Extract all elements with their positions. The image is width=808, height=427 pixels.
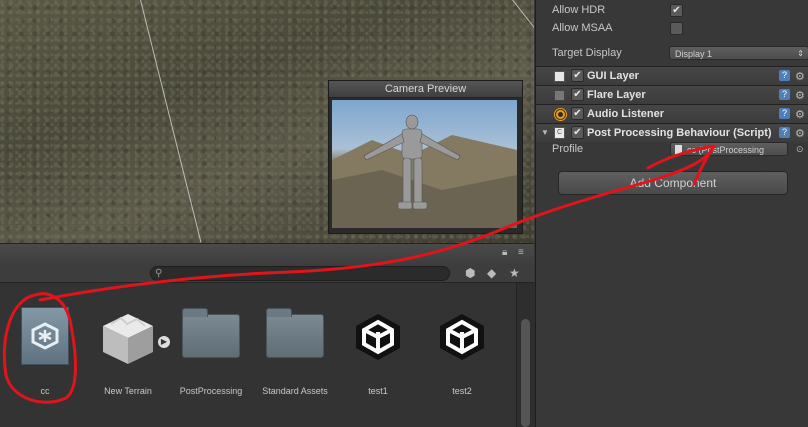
flare-layer-icon [554,90,565,101]
script-icon: C [554,127,565,139]
terrain-cube-icon [103,313,153,364]
add-component-button[interactable]: Add Component [558,171,788,195]
asset-thumbnail: ▶ [88,303,170,368]
project-tab-bar: 🔒︎ ≡ [0,243,534,265]
profile-value: cc (PostProcessing [687,145,765,155]
profile-object-field[interactable]: cc (PostProcessing [670,142,788,156]
object-picker-icon[interactable]: ⊙ [796,141,804,157]
asset-cc[interactable]: cc [5,303,85,396]
gui-layer-enabled-checkbox[interactable]: ✔ [571,69,584,82]
asset-label: cc [40,386,50,396]
assets-scrollbar[interactable] [516,283,535,427]
unity-scene-icon [356,313,400,360]
flare-layer-enabled-checkbox[interactable]: ✔ [571,88,584,101]
scene-grid-line [140,0,202,243]
gear-icon[interactable]: ⚙ [795,87,805,105]
asset-label: New Terrain [104,386,152,396]
asset-standard-assets-folder[interactable]: Standard Assets [255,303,335,396]
help-icon[interactable]: ? [779,108,790,119]
allow-hdr-checkbox[interactable]: ✔ [670,4,683,17]
project-toolbar: ⚲ ⬢ ◆ ★ [0,264,534,283]
filter-label-icon[interactable]: ◆ [487,266,496,280]
favorites-star-icon[interactable]: ★ [509,266,520,280]
asset-postprocessing-folder[interactable]: PostProcessing [171,303,251,396]
allow-msaa-checkbox[interactable] [670,22,683,35]
asset-label: test1 [368,386,388,396]
component-title: GUI Layer [587,70,639,82]
component-flare-layer[interactable]: ✔ Flare Layer ? ⚙ [536,85,808,104]
asset-test2-scene[interactable]: test2 [422,303,502,396]
asset-thumbnail [171,303,251,368]
asset-label: PostProcessing [179,386,243,396]
component-gui-layer[interactable]: ✔ GUI Layer ? ⚙ [536,66,808,85]
audio-listener-enabled-checkbox[interactable]: ✔ [571,107,584,120]
component-post-processing-behaviour[interactable]: ▼ C ✔ Post Processing Behaviour (Script)… [536,123,808,142]
lock-icon[interactable]: 🔒︎ [502,247,507,258]
allow-hdr-label: Allow HDR [552,4,606,16]
component-title: Audio Listener [587,108,665,120]
scene-view[interactable]: Camera Preview [0,0,534,243]
camera-preview-title: Camera Preview [329,81,522,98]
chevron-updown-icon: ⇕ [797,49,804,58]
help-icon[interactable]: ? [779,70,790,81]
unity-scene-icon [440,313,484,360]
help-icon[interactable]: ? [779,89,790,100]
assets-scrollbar-thumb[interactable] [521,319,530,427]
project-assets-grid: cc ▶ New Terrain PostProcessing Standard… [0,283,516,427]
asset-label: Standard Assets [262,386,328,396]
scene-grid-line [512,0,534,64]
asset-file-icon [675,145,682,154]
asset-thumbnail [422,303,502,368]
target-display-label: Target Display [552,47,622,59]
play-preview-icon[interactable]: ▶ [158,336,170,348]
audio-listener-icon [554,108,567,121]
folder-icon [266,307,324,358]
asset-thumbnail [5,303,85,368]
folder-icon [182,307,240,358]
inspector-panel: Allow HDR ✔ Allow MSAA Target Display Di… [535,0,808,427]
asset-thumbnail [338,303,418,368]
asset-label: test2 [452,386,472,396]
allow-msaa-label: Allow MSAA [552,22,613,34]
help-icon[interactable]: ? [779,127,790,138]
component-audio-listener[interactable]: ✔ Audio Listener ? ⚙ [536,104,808,123]
foldout-arrow-icon[interactable]: ▼ [541,124,549,142]
panel-menu-icon[interactable]: ≡ [518,247,524,258]
component-title: Post Processing Behaviour (Script) [587,127,772,139]
post-processing-enabled-checkbox[interactable]: ✔ [571,126,584,139]
allow-hdr-row: Allow HDR ✔ [552,2,802,18]
asset-test1-scene[interactable]: test1 [338,303,418,396]
gear-icon[interactable]: ⚙ [795,68,805,86]
camera-preview-image [332,100,517,228]
target-display-row: Target Display Display 1 ⇕ [552,45,808,61]
component-title: Flare Layer [587,89,646,101]
gui-layer-icon [554,71,565,82]
asset-thumbnail [255,303,335,368]
target-display-dropdown[interactable]: Display 1 ⇕ [669,46,808,60]
profile-label: Profile [552,143,584,155]
unity-logo-icon [21,306,69,365]
gear-icon[interactable]: ⚙ [795,106,805,124]
search-input[interactable]: ⚲ [150,266,450,281]
target-display-value: Display 1 [675,49,713,59]
allow-msaa-row: Allow MSAA [552,20,802,36]
asset-new-terrain[interactable]: ▶ New Terrain [88,303,170,396]
search-icon: ⚲ [155,268,163,279]
filter-type-icon[interactable]: ⬢ [465,266,475,280]
camera-preview: Camera Preview [328,80,523,234]
profile-row: Profile cc (PostProcessing ⊙ [552,141,808,157]
